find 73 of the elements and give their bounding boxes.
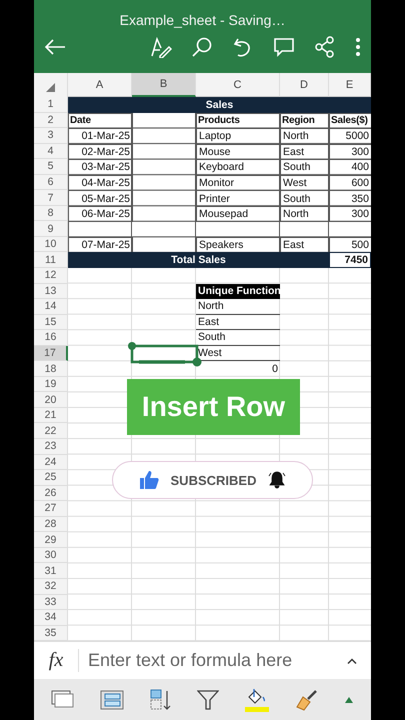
table-cell-text: 0	[271, 362, 279, 377]
row-header[interactable]: 6	[34, 174, 68, 190]
total-cell: 7450	[329, 252, 371, 268]
share-icon[interactable]	[314, 36, 336, 58]
expand-toolbar-icon[interactable]	[344, 696, 354, 704]
insert-row-banner: Insert Row	[127, 379, 300, 435]
row-header[interactable]: 12	[34, 268, 68, 284]
back-arrow-icon[interactable]	[44, 38, 66, 56]
bell-icon	[268, 471, 286, 489]
list-cell: East	[196, 314, 280, 330]
row-header[interactable]: 2	[34, 112, 68, 128]
column-header[interactable]: C	[196, 73, 280, 97]
table-cell: Mousepad	[196, 206, 281, 222]
list-cell: North	[196, 299, 280, 315]
list-cell: South	[196, 330, 280, 346]
column-heading: Products	[196, 112, 281, 130]
select-all-icon[interactable]	[46, 83, 55, 92]
column-heading: Date	[68, 112, 133, 130]
row-header[interactable]: 27	[34, 501, 68, 517]
search-icon[interactable]	[191, 36, 213, 58]
column-header[interactable]: A	[68, 73, 132, 97]
row-header[interactable]: 17	[34, 346, 68, 362]
row-header[interactable]: 28	[34, 516, 68, 532]
fill-color-icon[interactable]	[245, 686, 270, 713]
formula-input[interactable]: Enter text or formula here	[79, 649, 333, 672]
pen-icon[interactable]	[150, 36, 172, 58]
row-header[interactable]: 19	[34, 376, 68, 392]
comment-icon[interactable]	[273, 36, 295, 58]
document-title: Example_sheet - Saving…	[120, 12, 286, 28]
row-header[interactable]: 24	[34, 454, 68, 470]
screen-icon[interactable]	[50, 690, 75, 710]
column-header[interactable]: B	[132, 73, 196, 97]
row-header[interactable]: 4	[34, 144, 68, 160]
row-header[interactable]: 13	[34, 284, 68, 300]
function-label[interactable]: fx	[34, 649, 79, 672]
row-header[interactable]: 18	[34, 361, 68, 377]
thumbs-up-icon	[139, 470, 159, 490]
subscribe-button[interactable]: SUBSCRIBED	[112, 461, 313, 499]
more-icon[interactable]	[355, 36, 361, 58]
row-header[interactable]: 11	[34, 252, 68, 268]
row-header[interactable]: 34	[34, 610, 68, 626]
filter-icon[interactable]	[197, 688, 220, 711]
row-header[interactable]: 30	[34, 548, 68, 564]
row-header[interactable]: 10	[34, 236, 68, 252]
table-title: Sales	[68, 97, 371, 113]
row-header[interactable]: 8	[34, 206, 68, 222]
row-header[interactable]: 20	[34, 392, 68, 408]
row-header[interactable]: 3	[34, 128, 68, 144]
row-header[interactable]: 22	[34, 423, 68, 440]
row-header[interactable]: 23	[34, 439, 68, 455]
list-heading: Unique Function	[196, 284, 280, 300]
row-header[interactable]: 14	[34, 299, 68, 315]
row-header[interactable]: 33	[34, 594, 68, 610]
row-header[interactable]: 25	[34, 470, 68, 486]
table-cell: 06-Mar-25	[68, 206, 133, 222]
row-header[interactable]: 9	[34, 221, 68, 237]
column-header[interactable]: E	[329, 73, 371, 97]
sort-icon[interactable]	[150, 688, 172, 711]
row-header[interactable]: 26	[34, 486, 68, 502]
row-header[interactable]: 7	[34, 190, 68, 206]
row-header[interactable]: 16	[34, 330, 68, 346]
row-header[interactable]: 1	[34, 97, 68, 113]
row-header[interactable]: 21	[34, 408, 68, 424]
row-header[interactable]: 15	[34, 314, 68, 330]
row-header[interactable]: 29	[34, 532, 68, 548]
table-title: Total Sales	[68, 252, 329, 268]
brush-icon[interactable]	[294, 688, 319, 711]
row-header[interactable]: 35	[34, 626, 68, 642]
row-header[interactable]: 31	[34, 563, 68, 579]
list-icon[interactable]	[100, 690, 124, 710]
column-header[interactable]: D	[280, 73, 329, 97]
row-header[interactable]: 32	[34, 578, 68, 594]
row-header[interactable]: 5	[34, 159, 68, 175]
